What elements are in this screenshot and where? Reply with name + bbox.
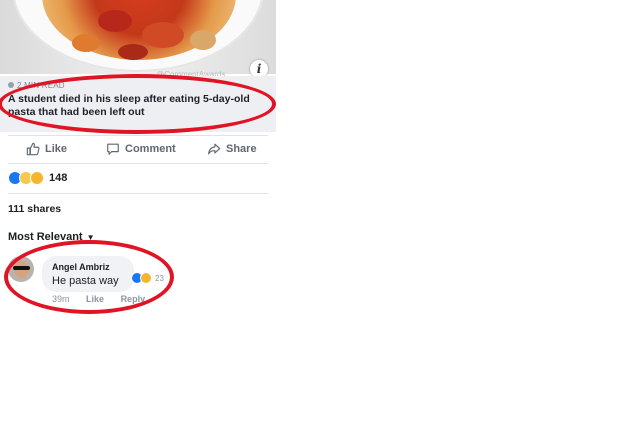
source-icon <box>8 82 14 88</box>
chevron-down-icon: ▼ <box>86 233 95 242</box>
haha-icon <box>140 272 152 284</box>
link-meta: 2 MIN READ <box>8 81 65 90</box>
comment-button[interactable]: Comment <box>106 137 176 161</box>
commenter-avatar[interactable] <box>8 256 34 282</box>
sort-label: Most Relevant <box>8 231 83 243</box>
share-icon <box>208 143 221 155</box>
like-label: Like <box>45 143 68 155</box>
comment-author[interactable]: Angel Ambriz <box>52 262 110 272</box>
link-headline[interactable]: A student died in his sleep after eating… <box>8 93 270 119</box>
comment-text: He pasta way <box>52 275 119 287</box>
comment-icon <box>107 143 119 155</box>
divider <box>8 135 268 136</box>
action-bar: Like Comment Share <box>0 137 276 161</box>
sunglasses-graphic <box>13 266 30 270</box>
comment-reactions[interactable]: 23 <box>131 272 164 284</box>
share-button[interactable]: Share <box>207 137 257 161</box>
read-time: 2 MIN READ <box>17 81 65 90</box>
share-label: Share <box>226 143 257 155</box>
comment-like-link[interactable]: Like <box>86 294 104 304</box>
facebook-post: @CommentAwards i 2 MIN READ A student di… <box>0 0 276 448</box>
share-count[interactable]: 111 shares <box>8 203 61 215</box>
comment-reply-link[interactable]: Reply <box>121 294 146 304</box>
comment-meta: 39m Like Reply <box>52 294 159 304</box>
post-image[interactable] <box>0 0 276 74</box>
comment-time: 39m <box>52 294 70 304</box>
comment-label: Comment <box>125 143 176 155</box>
reaction-count: 148 <box>49 172 68 184</box>
comment-sort-dropdown[interactable]: Most Relevant ▼ <box>8 231 95 243</box>
like-button[interactable]: Like <box>26 137 67 161</box>
thumbs-up-icon <box>26 142 40 156</box>
divider <box>8 163 268 164</box>
comment-reaction-count: 23 <box>155 273 164 283</box>
haha-icon <box>30 171 44 185</box>
divider <box>8 193 268 194</box>
reaction-summary[interactable]: 148 <box>8 171 67 185</box>
